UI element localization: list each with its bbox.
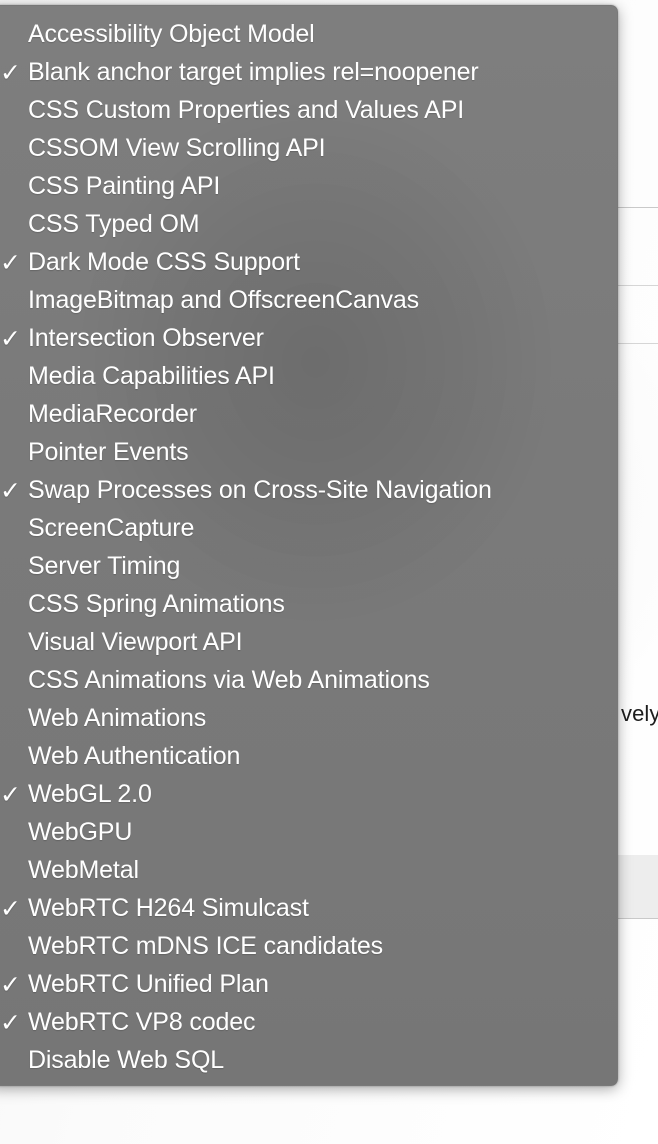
menu-item-imagebitmap-and-offscreencanvas[interactable]: ImageBitmap and OffscreenCanvas bbox=[0, 281, 617, 319]
menu-item-label: WebRTC VP8 codec bbox=[28, 1007, 256, 1036]
menu-item-swap-processes-on-cross-site-navigation[interactable]: ✓ Swap Processes on Cross-Site Navigation bbox=[0, 471, 617, 509]
menu-item-web-authentication[interactable]: Web Authentication bbox=[0, 737, 617, 775]
menu-item-css-typed-om[interactable]: CSS Typed OM bbox=[0, 205, 617, 243]
menu-item-label: CSS Custom Properties and Values API bbox=[28, 95, 465, 124]
menu-item-webmetal[interactable]: WebMetal bbox=[0, 851, 617, 889]
menu-item-label: WebMetal bbox=[28, 855, 139, 884]
menu-item-label: CSS Painting API bbox=[28, 171, 221, 200]
checkmark-icon: ✓ bbox=[0, 969, 21, 999]
menu-item-intersection-observer[interactable]: ✓ Intersection Observer bbox=[0, 319, 617, 357]
menu-item-dark-mode-css-support[interactable]: ✓ Dark Mode CSS Support bbox=[0, 243, 617, 281]
menu-item-css-animations-via-web-animations[interactable]: CSS Animations via Web Animations bbox=[0, 661, 617, 699]
menu-item-webrtc-unified-plan[interactable]: ✓ WebRTC Unified Plan bbox=[0, 965, 617, 1003]
menu-item-accessibility-object-model[interactable]: Accessibility Object Model bbox=[0, 15, 617, 53]
menu-item-label: CSS Animations via Web Animations bbox=[28, 665, 430, 694]
menu-item-label: Server Timing bbox=[28, 551, 181, 580]
menu-item-label: Swap Processes on Cross-Site Navigation bbox=[28, 475, 492, 504]
menu-item-blank-anchor-target-implies-rel-noopener[interactable]: ✓ Blank anchor target implies rel=noopene… bbox=[0, 53, 617, 91]
menu-item-css-spring-animations[interactable]: CSS Spring Animations bbox=[0, 585, 617, 623]
menu-item-web-animations[interactable]: Web Animations bbox=[0, 699, 617, 737]
menu-item-label: Blank anchor target implies rel=noopener bbox=[28, 57, 479, 86]
menu-item-label: WebGPU bbox=[28, 817, 133, 846]
menu-item-label: ImageBitmap and OffscreenCanvas bbox=[28, 285, 419, 314]
menu-item-label: MediaRecorder bbox=[28, 399, 197, 428]
menu-item-cssom-view-scrolling-api[interactable]: CSSOM View Scrolling API bbox=[0, 129, 617, 167]
menu-item-webrtc-vp8-codec[interactable]: ✓ WebRTC VP8 codec bbox=[0, 1003, 617, 1041]
menu-item-label: Dark Mode CSS Support bbox=[28, 247, 300, 276]
checkmark-icon: ✓ bbox=[0, 1007, 21, 1037]
checkmark-icon: ✓ bbox=[0, 779, 21, 809]
menu-item-label: Disable Web SQL bbox=[28, 1045, 224, 1074]
menu-item-server-timing[interactable]: Server Timing bbox=[0, 547, 617, 585]
menu-item-label: Pointer Events bbox=[28, 437, 189, 466]
menu-item-label: CSS Typed OM bbox=[28, 209, 200, 238]
background-partial-text: vely bbox=[621, 701, 658, 726]
menu-item-label: Visual Viewport API bbox=[28, 627, 243, 656]
menu-item-media-capabilities-api[interactable]: Media Capabilities API bbox=[0, 357, 617, 395]
menu-item-visual-viewport-api[interactable]: Visual Viewport API bbox=[0, 623, 617, 661]
menu-item-webrtc-mdns-ice-candidates[interactable]: WebRTC mDNS ICE candidates bbox=[0, 927, 617, 965]
menu-item-webrtc-h264-simulcast[interactable]: ✓ WebRTC H264 Simulcast bbox=[0, 889, 617, 927]
checkmark-icon: ✓ bbox=[0, 57, 21, 87]
menu-item-label: CSS Spring Animations bbox=[28, 589, 285, 618]
menu-item-label: Media Capabilities API bbox=[28, 361, 275, 390]
menu-item-label: CSSOM View Scrolling API bbox=[28, 133, 326, 162]
menu-item-mediarecorder[interactable]: MediaRecorder bbox=[0, 395, 617, 433]
checkmark-icon: ✓ bbox=[0, 893, 21, 923]
menu-item-pointer-events[interactable]: Pointer Events bbox=[0, 433, 617, 471]
menu-item-webgpu[interactable]: WebGPU bbox=[0, 813, 617, 851]
menu-item-label: WebRTC mDNS ICE candidates bbox=[28, 931, 384, 960]
menu-item-label: WebRTC H264 Simulcast bbox=[28, 893, 309, 922]
menu-item-label: ScreenCapture bbox=[28, 513, 195, 542]
checkmark-icon: ✓ bbox=[0, 247, 21, 277]
menu-item-label: Web Authentication bbox=[28, 741, 241, 770]
menu-item-screencapture[interactable]: ScreenCapture bbox=[0, 509, 617, 547]
menu-item-css-painting-api[interactable]: CSS Painting API bbox=[0, 167, 617, 205]
checkmark-icon: ✓ bbox=[0, 323, 21, 353]
menu-item-label: Web Animations bbox=[28, 703, 207, 732]
menu-item-label: WebRTC Unified Plan bbox=[28, 969, 269, 998]
background-panel bbox=[612, 855, 658, 918]
menu-item-webgl-2-0[interactable]: ✓ WebGL 2.0 bbox=[0, 775, 617, 813]
menu-item-disable-web-sql[interactable]: Disable Web SQL bbox=[0, 1041, 617, 1079]
menu-item-label: Intersection Observer bbox=[28, 323, 264, 352]
menu-item-css-custom-properties-and-values-api[interactable]: CSS Custom Properties and Values API bbox=[0, 91, 617, 129]
experimental-features-menu[interactable]: Accessibility Object Model ✓ Blank anchor … bbox=[0, 5, 618, 1086]
menu-item-label: Accessibility Object Model bbox=[28, 19, 315, 48]
checkmark-icon: ✓ bbox=[0, 475, 21, 505]
menu-item-label: WebGL 2.0 bbox=[28, 779, 152, 808]
